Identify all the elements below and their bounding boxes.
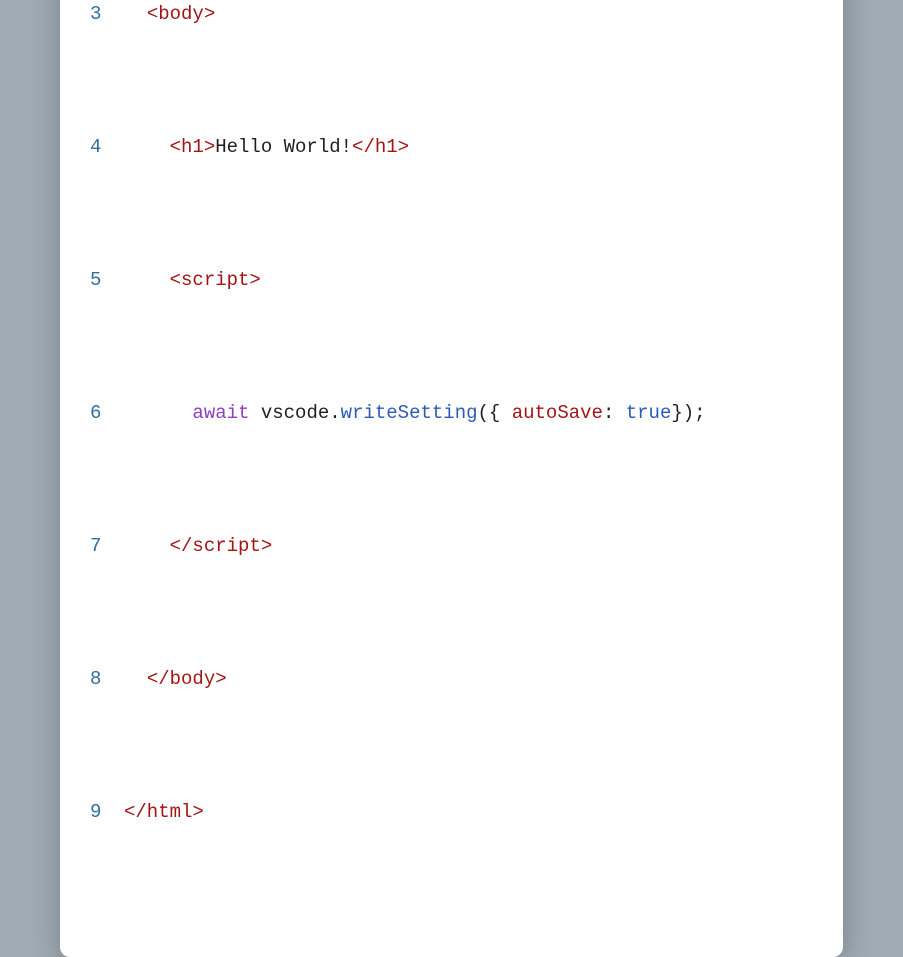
line-number: 5 [90, 264, 124, 297]
line-number: 9 [90, 796, 124, 829]
code-line: 3 <body> [90, 0, 813, 31]
code-block: 1 <!DOCTYPE html> 2 <html> 3 <body> 4 <h… [90, 0, 813, 929]
line-content: </body> [124, 663, 813, 696]
line-content: </html> [124, 796, 813, 829]
code-window: 1 <!DOCTYPE html> 2 <html> 3 <body> 4 <h… [60, 0, 843, 957]
code-line: 9 </html> [90, 796, 813, 829]
code-line: 7 </script> [90, 530, 813, 563]
line-number: 7 [90, 530, 124, 563]
line-number: 3 [90, 0, 124, 31]
line-content: await vscode.writeSetting({ autoSave: tr… [124, 397, 813, 430]
line-number: 6 [90, 397, 124, 430]
line-content: </script> [124, 530, 813, 563]
code-line: 4 <h1>Hello World!</h1> [90, 131, 813, 164]
line-number: 4 [90, 131, 124, 164]
line-content: <h1>Hello World!</h1> [124, 131, 813, 164]
code-line: 5 <script> [90, 264, 813, 297]
code-line: 8 </body> [90, 663, 813, 696]
line-number: 8 [90, 663, 124, 696]
line-content: <body> [124, 0, 813, 31]
line-content: <script> [124, 264, 813, 297]
code-line: 6 await vscode.writeSetting({ autoSave: … [90, 397, 813, 430]
